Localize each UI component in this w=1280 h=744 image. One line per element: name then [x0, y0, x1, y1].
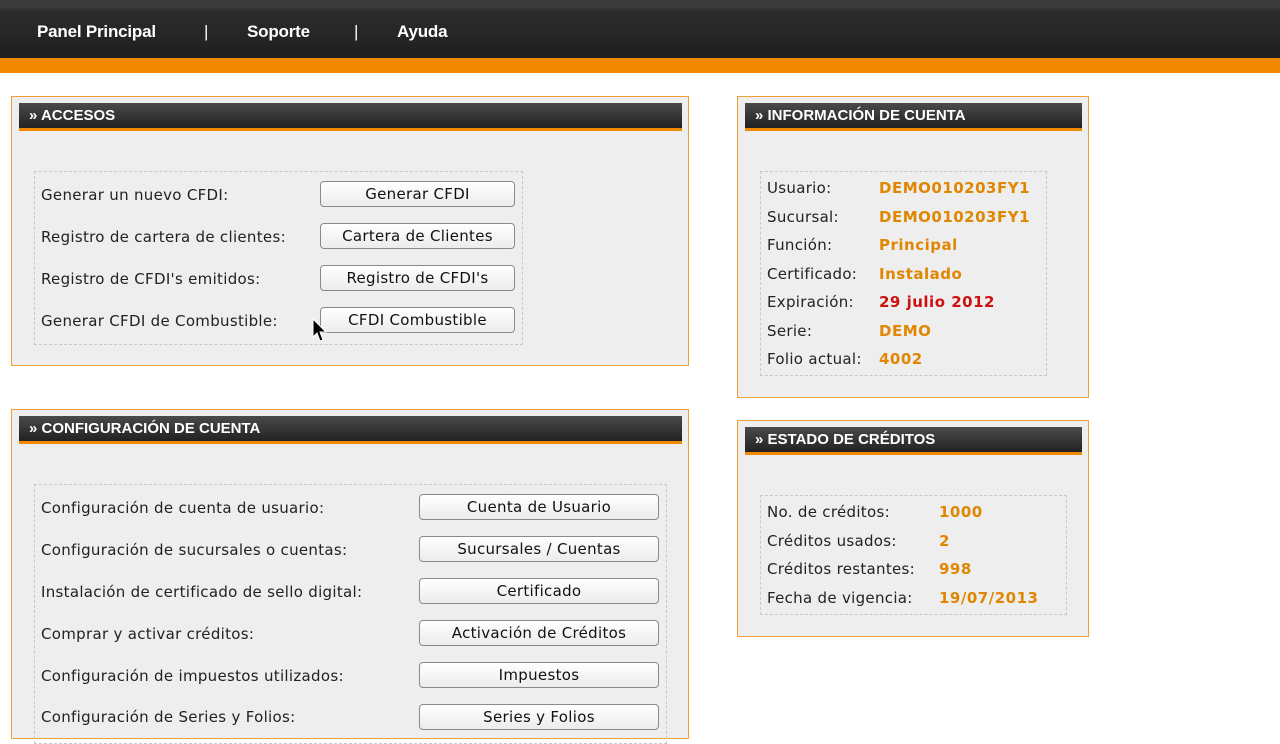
cfdi-combustible-button[interactable]: CFDI Combustible: [320, 307, 515, 333]
accent-bar: [0, 58, 1280, 73]
informacion-panel: » INFORMACIÓN DE CUENTA Usuario: DEMO010…: [737, 96, 1089, 398]
row-label-creditos: Comprar y activar créditos:: [41, 625, 255, 643]
row-label-impuestos: Configuración de impuestos utilizados:: [41, 667, 344, 685]
top-navigation-bar: Panel Principal | Soporte | Ayuda: [0, 0, 1280, 58]
creditos-header: » ESTADO DE CRÉDITOS: [745, 427, 1082, 455]
certificado-label: Certificado:: [767, 265, 858, 283]
nav-ayuda[interactable]: Ayuda: [397, 22, 448, 42]
top-strip: [0, 0, 1280, 8]
serie-value: DEMO: [879, 322, 932, 340]
creditos-usados-label: Créditos usados:: [767, 532, 897, 550]
creditos-restantes-value: 998: [939, 560, 972, 578]
accesos-panel: » ACCESOS Generar un nuevo CFDI: Generar…: [11, 96, 689, 366]
nav-soporte[interactable]: Soporte: [247, 22, 310, 42]
configuracion-header: » CONFIGURACIÓN DE CUENTA: [19, 416, 682, 444]
row-label-sucursales: Configuración de sucursales o cuentas:: [41, 541, 348, 559]
row-label-combustible: Generar CFDI de Combustible:: [41, 312, 278, 330]
row-label-generar: Generar un nuevo CFDI:: [41, 186, 229, 204]
nav-panel-principal[interactable]: Panel Principal: [37, 22, 156, 42]
mouse-cursor-icon: [312, 318, 328, 342]
row-label-registro: Registro de CFDI's emitidos:: [41, 270, 261, 288]
configuracion-panel: » CONFIGURACIÓN DE CUENTA Configuración …: [11, 409, 689, 744]
cartera-clientes-button[interactable]: Cartera de Clientes: [320, 223, 515, 249]
expiracion-value: 29 julio 2012: [879, 293, 995, 311]
funcion-label: Función:: [767, 236, 833, 254]
serie-label: Serie:: [767, 322, 813, 340]
expiracion-label: Expiración:: [767, 293, 854, 311]
sucursal-value: DEMO010203FY1: [879, 208, 1031, 226]
folio-value: 4002: [879, 350, 923, 368]
row-label-series: Configuración de Series y Folios:: [41, 708, 296, 726]
activacion-creditos-button[interactable]: Activación de Créditos: [419, 620, 659, 646]
sucursal-label: Sucursal:: [767, 208, 839, 226]
accesos-header: » ACCESOS: [19, 103, 682, 131]
creditos-restantes-label: Créditos restantes:: [767, 560, 916, 578]
certificado-button[interactable]: Certificado: [419, 578, 659, 604]
generar-cfdi-button[interactable]: Generar CFDI: [320, 181, 515, 207]
creditos-usados-value: 2: [939, 532, 950, 550]
cuenta-usuario-button[interactable]: Cuenta de Usuario: [419, 494, 659, 520]
nav-separator: |: [354, 22, 359, 41]
folio-label: Folio actual:: [767, 350, 862, 368]
nav-separator: |: [204, 22, 209, 41]
usuario-label: Usuario:: [767, 179, 832, 197]
sucursales-cuentas-button[interactable]: Sucursales / Cuentas: [419, 536, 659, 562]
impuestos-button[interactable]: Impuestos: [419, 662, 659, 688]
series-folios-button[interactable]: Series y Folios: [419, 704, 659, 730]
certificado-value: Instalado: [879, 265, 963, 283]
no-creditos-value: 1000: [939, 503, 983, 521]
creditos-panel: » ESTADO DE CRÉDITOS No. de créditos: 10…: [737, 420, 1089, 637]
funcion-value: Principal: [879, 236, 958, 254]
row-label-cartera: Registro de cartera de clientes:: [41, 228, 286, 246]
registro-cfdis-button[interactable]: Registro de CFDI's: [320, 265, 515, 291]
row-label-certificado: Instalación de certificado de sello digi…: [41, 583, 363, 601]
no-creditos-label: No. de créditos:: [767, 503, 890, 521]
fecha-vigencia-value: 19/07/2013: [939, 589, 1039, 607]
row-label-cuenta-usuario: Configuración de cuenta de usuario:: [41, 499, 325, 517]
usuario-value: DEMO010203FY1: [879, 179, 1031, 197]
informacion-header: » INFORMACIÓN DE CUENTA: [745, 103, 1082, 131]
fecha-vigencia-label: Fecha de vigencia:: [767, 589, 913, 607]
